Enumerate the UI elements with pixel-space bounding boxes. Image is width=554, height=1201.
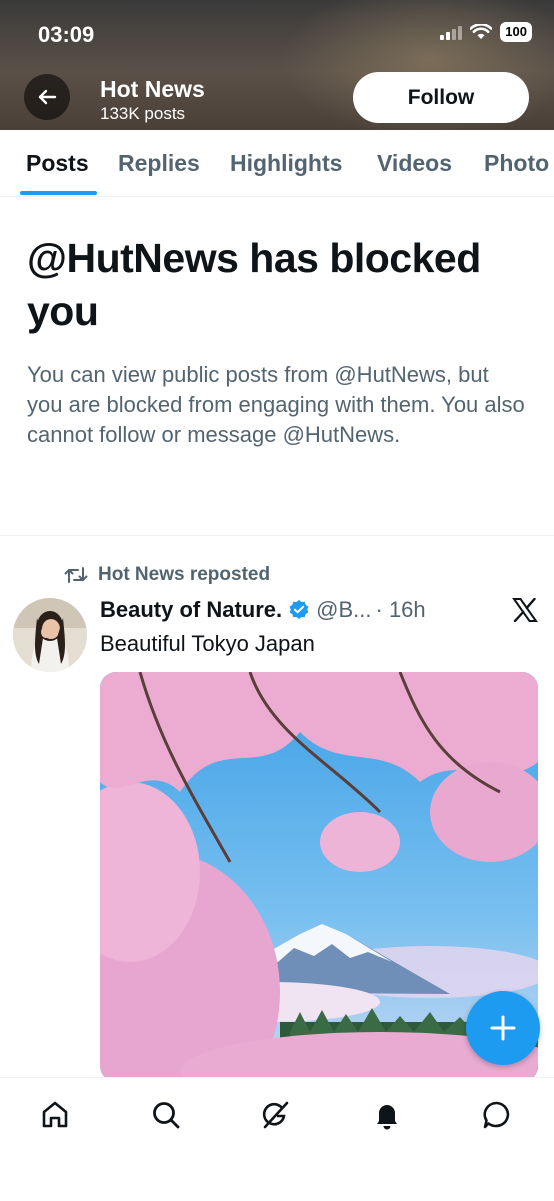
- blocked-notice: @HutNews has blocked you You can view pu…: [27, 232, 527, 450]
- follow-button[interactable]: Follow: [353, 72, 529, 123]
- profile-tabs: Posts Replies Highlights Videos Photo: [0, 130, 554, 197]
- post-time: · 16h: [375, 597, 426, 622]
- nav-grok[interactable]: [259, 1098, 293, 1132]
- repost-indicator[interactable]: Hot News reposted: [64, 564, 270, 586]
- plus-icon: [490, 1015, 516, 1041]
- tab-highlights[interactable]: Highlights: [230, 150, 342, 177]
- home-icon: [42, 1101, 68, 1128]
- arrow-left-icon: [38, 89, 57, 105]
- avatar[interactable]: [13, 598, 87, 672]
- notifications-icon: [377, 1105, 397, 1130]
- nav-home[interactable]: [38, 1098, 72, 1132]
- tab-videos[interactable]: Videos: [377, 150, 452, 177]
- post-handle[interactable]: @B...: [316, 597, 371, 623]
- profile-title: Hot News 133K posts: [100, 76, 205, 124]
- bottom-navigation: [0, 1077, 554, 1201]
- profile-header: 03:09 100 Hot News 133K posts Follow: [0, 0, 554, 130]
- grok-icon: [262, 1101, 289, 1129]
- divider: [0, 535, 554, 536]
- cellular-signal-icon: [440, 24, 463, 40]
- post-author[interactable]: Beauty of Nature.: [100, 597, 282, 623]
- back-button[interactable]: [24, 74, 70, 120]
- verified-badge-icon: [288, 599, 310, 621]
- x-logo-icon[interactable]: [512, 597, 538, 627]
- active-tab-indicator: [20, 191, 97, 195]
- post-header: Beauty of Nature. @B... · 16h: [100, 597, 426, 623]
- post-count: 133K posts: [100, 104, 186, 123]
- wifi-icon: [470, 24, 493, 39]
- blocked-title: @HutNews has blocked you: [27, 235, 481, 334]
- nav-search[interactable]: [149, 1098, 183, 1132]
- repost-icon: [64, 567, 88, 583]
- messages-icon: [483, 1101, 510, 1129]
- status-time: 03:09: [38, 22, 95, 47]
- repost-label: Hot News reposted: [98, 564, 271, 585]
- tab-posts[interactable]: Posts: [26, 150, 89, 177]
- post-text: Beautiful Tokyo Japan: [100, 631, 315, 656]
- profile-name: Hot News: [100, 76, 205, 102]
- nav-messages[interactable]: [480, 1098, 514, 1132]
- nav-notifications[interactable]: [370, 1098, 404, 1132]
- tab-photos[interactable]: Photo: [484, 150, 549, 177]
- blocked-message: You can view public posts from @HutNews,…: [27, 362, 525, 447]
- compose-post-button[interactable]: [466, 991, 540, 1065]
- tab-replies[interactable]: Replies: [118, 150, 200, 177]
- battery-indicator: 100: [500, 22, 532, 42]
- search-icon: [153, 1102, 180, 1129]
- status-bar: 03:09 100: [0, 0, 554, 66]
